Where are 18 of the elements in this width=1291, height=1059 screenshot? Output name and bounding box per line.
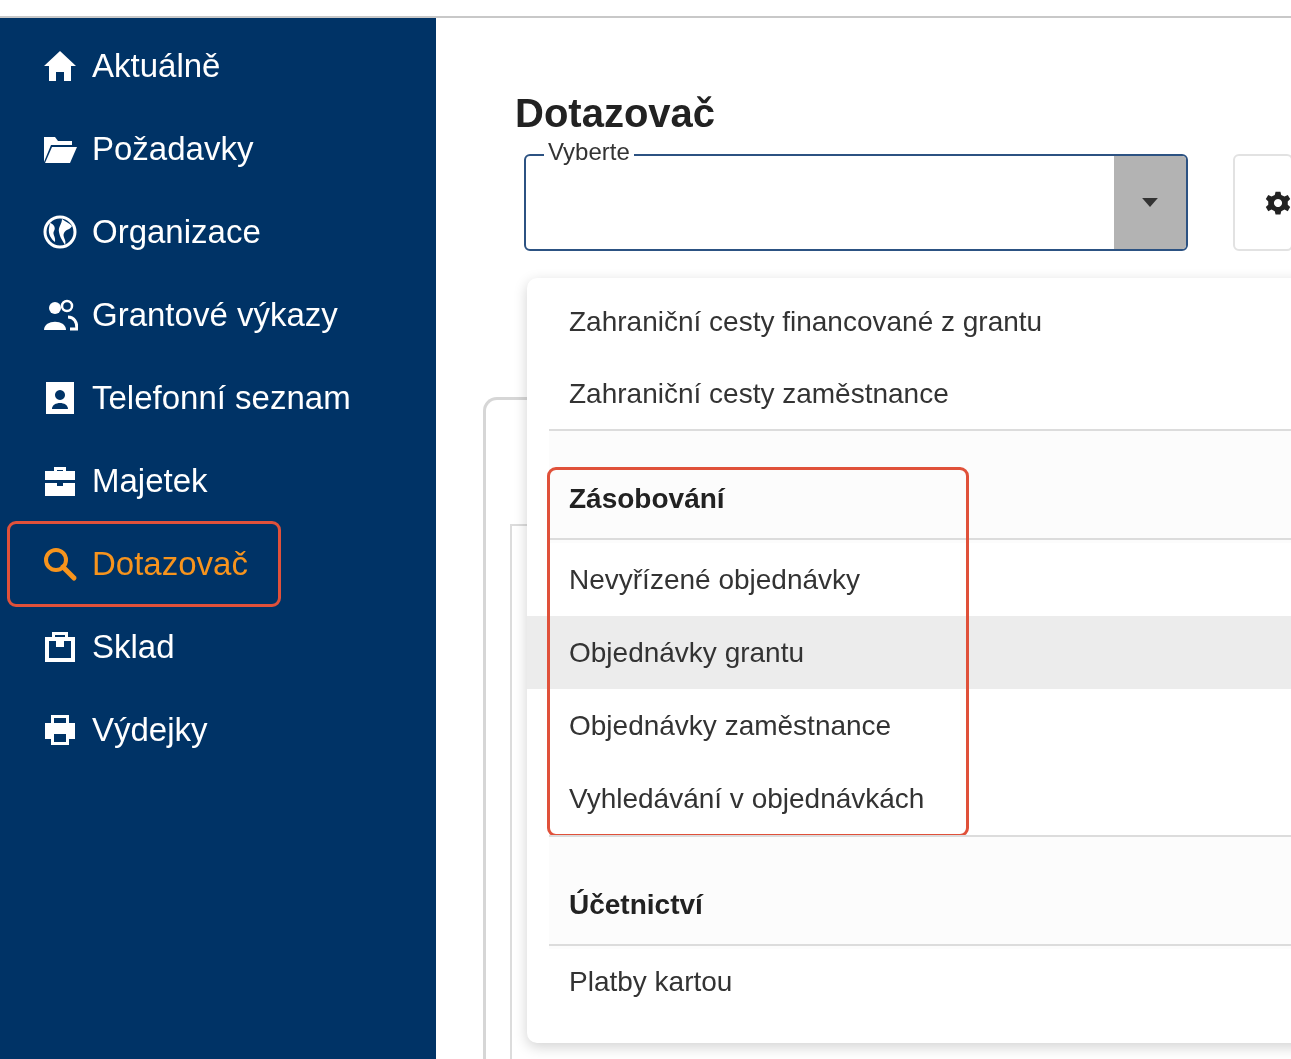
globe-icon [42,213,78,250]
settings-button[interactable] [1233,154,1291,251]
nav-item[interactable]: Aktuálně [7,24,254,107]
caret-icon [1141,198,1159,207]
nav-item[interactable]: Dotazovač [7,521,281,607]
nav-item[interactable]: Organizace [7,190,294,273]
nav-item[interactable]: Požadavky [7,107,287,190]
menu-option[interactable]: Zahraniční cesty zaměstnance [527,358,1291,429]
search-icon [42,546,78,582]
nav-item[interactable]: Výdejky [7,688,241,771]
menu-option[interactable]: Zahraniční cesty financované z grantu [527,285,1291,358]
dropdown-toggle[interactable] [1114,156,1186,249]
nav-item[interactable]: Sklad [7,605,208,688]
page-title: Dotazovač [515,90,717,136]
nav-item[interactable]: Telefonní seznam [7,356,384,439]
nav-item[interactable]: Grantové výkazy [7,273,371,356]
nav-item[interactable]: Majetek [7,439,241,522]
menu-option[interactable]: Objednávky grantu [527,616,1291,689]
